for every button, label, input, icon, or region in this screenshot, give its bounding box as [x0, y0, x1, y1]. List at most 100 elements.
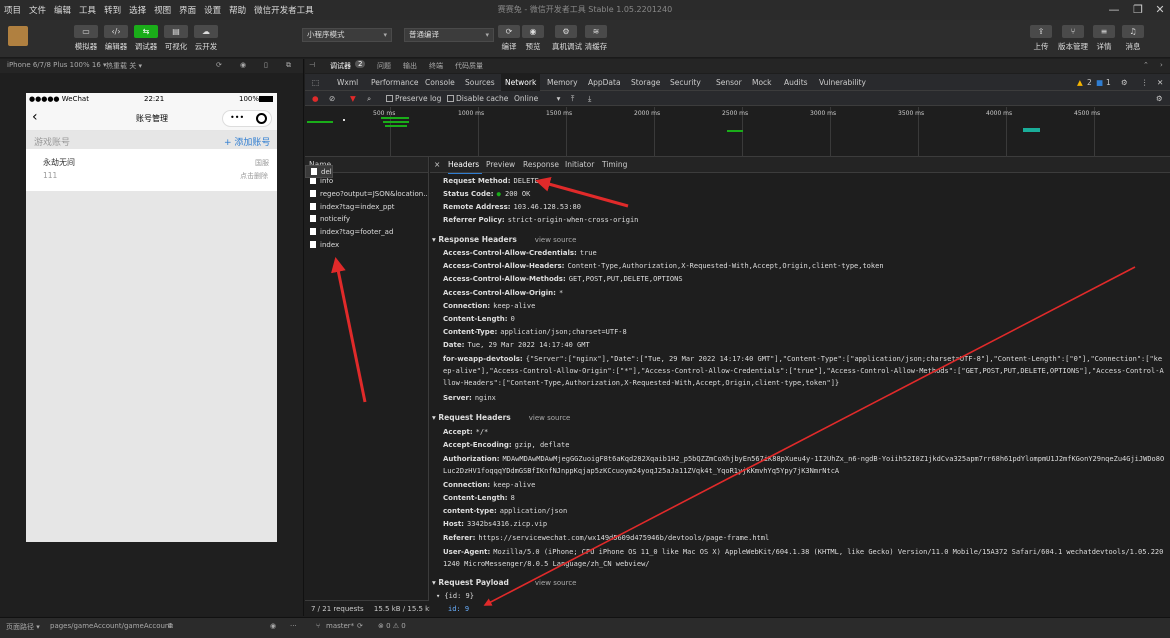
- tab-wxml[interactable]: Wxml: [337, 78, 358, 87]
- remote-debug-button[interactable]: ⚙ 真机调试: [552, 25, 582, 52]
- menu-item-edit[interactable]: 编辑: [50, 4, 75, 16]
- account-item[interactable]: 永劫无间 111 国服 点击删除: [26, 149, 277, 191]
- avatar[interactable]: [8, 26, 28, 46]
- tab-mock[interactable]: Mock: [752, 78, 772, 87]
- hotreload-select[interactable]: 热重载 关 ▾: [106, 61, 142, 71]
- payload-summary[interactable]: ▾ {id: 9}: [436, 592, 474, 600]
- tab-security[interactable]: Security: [670, 78, 701, 87]
- record-icon[interactable]: ◉: [240, 61, 246, 69]
- view-source-link[interactable]: view source: [529, 414, 571, 422]
- chevron-right-icon[interactable]: ›: [1160, 61, 1163, 69]
- menu-item-interface[interactable]: 界面: [175, 4, 200, 16]
- filter-icon[interactable]: ▼: [350, 94, 356, 103]
- tab-vulnerability[interactable]: Vulnerability: [819, 78, 866, 87]
- chevron-up-icon[interactable]: ⌃: [1143, 61, 1149, 69]
- tab-problems[interactable]: 问题: [377, 61, 391, 71]
- menu-item-goto[interactable]: 转到: [100, 4, 125, 16]
- tab-audits[interactable]: Audits: [784, 78, 808, 87]
- request-row-selected[interactable]: del: [305, 165, 333, 178]
- menu-item-wechat-devtools[interactable]: 微信开发者工具: [250, 4, 318, 16]
- menu-item-tools[interactable]: 工具: [75, 4, 100, 16]
- rotate-icon[interactable]: ⟳: [216, 61, 222, 69]
- phone-icon[interactable]: ▯: [264, 61, 268, 69]
- info-count[interactable]: 1: [1106, 78, 1111, 87]
- request-payload-section[interactable]: ▾ Request Payload view source: [432, 578, 576, 587]
- preserve-log-checkbox[interactable]: Preserve log: [386, 94, 441, 103]
- back-arrow-icon[interactable]: ‹: [32, 109, 38, 125]
- clear-icon[interactable]: ⊘: [329, 94, 335, 103]
- popout-icon[interactable]: ⧉: [286, 61, 291, 70]
- menu-item-settings[interactable]: 设置: [200, 4, 225, 16]
- compile-select[interactable]: 普通编译 ▾: [404, 28, 494, 42]
- gear-icon[interactable]: ⚙: [1121, 78, 1128, 87]
- tab-output[interactable]: 输出: [403, 61, 417, 71]
- tab-initiator[interactable]: Initiator: [565, 160, 594, 169]
- menu-item-help[interactable]: 帮助: [225, 4, 250, 16]
- problems-count[interactable]: ⊗ 0 ⚠ 0: [378, 622, 406, 630]
- close-button[interactable]: ✕: [1152, 3, 1168, 16]
- version-button[interactable]: ⑂ 版本管理: [1058, 25, 1088, 52]
- export-icon[interactable]: ⤓: [588, 94, 591, 104]
- response-headers-section[interactable]: ▾ Response Headers view source: [432, 235, 576, 244]
- sync-icon[interactable]: ⟳: [357, 622, 363, 630]
- tab-appdata[interactable]: AppData: [588, 78, 621, 87]
- more-icon[interactable]: ···: [290, 622, 297, 630]
- tab-headers[interactable]: Headers: [448, 160, 479, 169]
- minimize-button[interactable]: —: [1106, 3, 1122, 16]
- device-select[interactable]: iPhone 6/7/8 Plus 100% 16 ▾: [7, 61, 107, 69]
- menu-item-view[interactable]: 视图: [150, 4, 175, 16]
- view-source-link[interactable]: view source: [535, 236, 577, 244]
- more-icon[interactable]: •••: [230, 113, 244, 122]
- tab-storage[interactable]: Storage: [631, 78, 660, 87]
- delete-hint[interactable]: 点击删除: [240, 171, 268, 181]
- tab-sources[interactable]: Sources: [465, 78, 495, 87]
- throttle-select[interactable]: Online ▾: [514, 94, 560, 103]
- upload-button[interactable]: ⇪ 上传: [1030, 25, 1052, 52]
- request-row[interactable]: index?tag=footer_ad: [305, 226, 428, 239]
- compile-button[interactable]: ⟳ 编译: [498, 25, 520, 52]
- request-row[interactable]: index: [305, 239, 428, 252]
- simulator-button[interactable]: ▭ 模拟器: [72, 25, 100, 52]
- mode-select[interactable]: 小程序模式 ▾: [302, 28, 392, 42]
- import-icon[interactable]: ⤒: [571, 94, 574, 104]
- close-icon[interactable]: ×: [434, 160, 440, 169]
- tab-console[interactable]: Console: [425, 78, 455, 87]
- page-path-label[interactable]: 页面路径 ▾: [6, 622, 40, 632]
- maximize-button[interactable]: ❐: [1130, 3, 1146, 16]
- visual-button[interactable]: ▤ 可视化: [162, 25, 190, 52]
- gear-icon[interactable]: ⚙: [1156, 94, 1163, 103]
- tab-preview[interactable]: Preview: [486, 160, 515, 169]
- warning-count[interactable]: 2: [1087, 78, 1092, 87]
- view-source-link[interactable]: view source: [535, 579, 577, 587]
- close-mini-icon[interactable]: [256, 113, 267, 124]
- tab-performance[interactable]: Performance: [371, 78, 419, 87]
- tab-timing[interactable]: Timing: [602, 160, 627, 169]
- tab-response[interactable]: Response: [523, 160, 559, 169]
- tab-memory[interactable]: Memory: [547, 78, 578, 87]
- close-icon[interactable]: ✕: [1157, 78, 1163, 87]
- capsule-button[interactable]: •••: [222, 110, 272, 127]
- request-headers-section[interactable]: ▾ Request Headers view source: [432, 413, 570, 422]
- tab-code-quality[interactable]: 代码质量: [455, 61, 483, 71]
- tab-sensor[interactable]: Sensor: [716, 78, 742, 87]
- record-icon[interactable]: ●: [312, 94, 319, 103]
- more-vert-icon[interactable]: ⋮: [1141, 78, 1149, 87]
- inspect-icon[interactable]: ⬚: [312, 78, 319, 87]
- add-account-button[interactable]: + 添加账号: [224, 135, 270, 148]
- search-icon[interactable]: ⌕: [367, 94, 371, 104]
- eye-icon[interactable]: ◉: [270, 622, 276, 630]
- tab-debugger[interactable]: 调试器: [330, 61, 351, 71]
- git-branch[interactable]: master*: [326, 622, 354, 630]
- copy-icon[interactable]: ⧉: [168, 622, 173, 631]
- menu-item-file[interactable]: 文件: [25, 4, 50, 16]
- tab-terminal[interactable]: 终端: [429, 61, 443, 71]
- messages-button[interactable]: ♫ 消息: [1122, 25, 1144, 52]
- editor-button[interactable]: ‹/› 编辑器: [102, 25, 130, 52]
- details-button[interactable]: ≡ 详情: [1093, 25, 1115, 52]
- request-row[interactable]: noticeify: [305, 213, 428, 226]
- debugger-button[interactable]: ⇆ 调试器: [132, 25, 160, 52]
- disable-cache-checkbox[interactable]: Disable cache: [447, 94, 508, 103]
- request-row[interactable]: index?tag=index_ppt: [305, 201, 428, 214]
- menu-item-select[interactable]: 选择: [125, 4, 150, 16]
- tab-network[interactable]: Network: [501, 74, 541, 91]
